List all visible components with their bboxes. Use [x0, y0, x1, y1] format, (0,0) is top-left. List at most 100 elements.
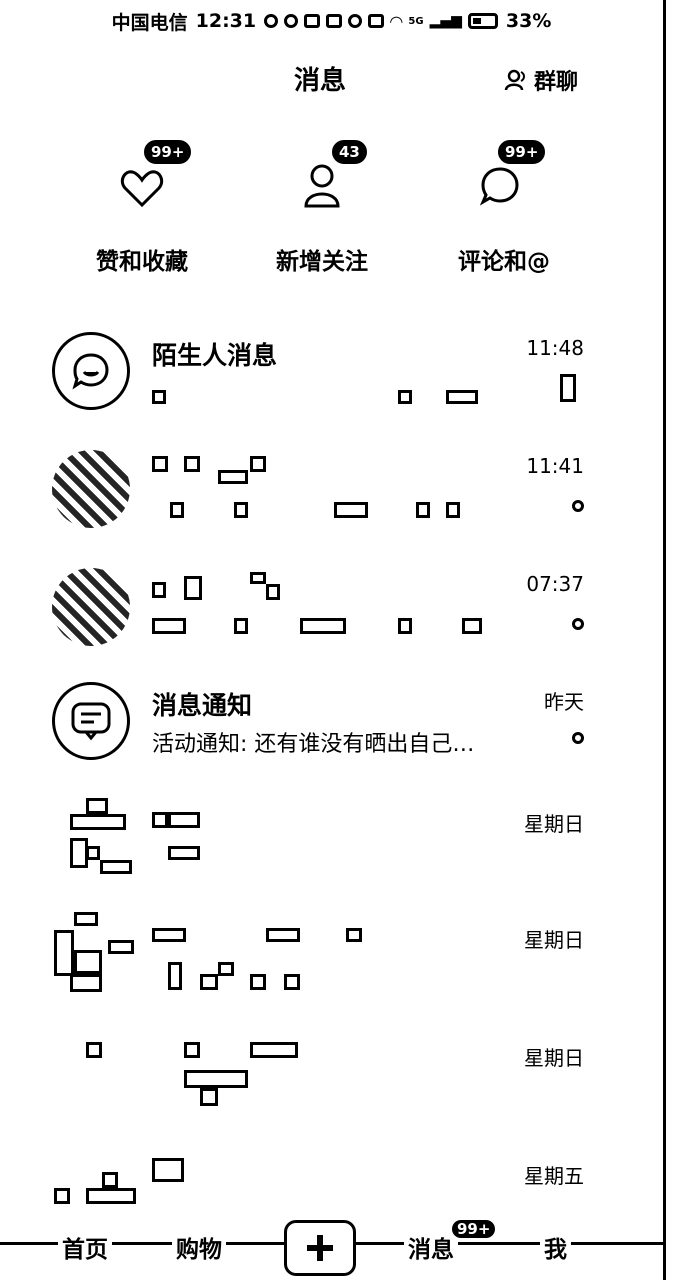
- redacted-text: [346, 928, 362, 942]
- status-time: 12:31: [195, 10, 257, 32]
- redacted-text: [250, 456, 266, 472]
- redacted-text: [398, 390, 412, 404]
- redacted-text: [462, 618, 482, 634]
- user-avatar: [52, 1148, 136, 1226]
- list-item-chat[interactable]: 11:41: [0, 450, 640, 560]
- status-icons: ◠ 5G ▂▄▆: [264, 12, 498, 31]
- app-screen: 中国电信 12:31 ◠ 5G ▂▄▆ 33% 消息 群聊 99+ 赞和收藏 4…: [0, 0, 666, 1280]
- nav-home[interactable]: 首页: [58, 1230, 112, 1264]
- redacted-text: [152, 390, 166, 404]
- stranger-avatar: [52, 332, 130, 410]
- redacted-text: [266, 928, 300, 942]
- redacted-text: [218, 470, 248, 484]
- messages-badge: 99+: [452, 1220, 496, 1238]
- redacted-text: [168, 846, 200, 860]
- redacted-text: [560, 374, 576, 402]
- heart-icon: [120, 170, 164, 208]
- status-bar: 中国电信 12:31 ◠ 5G ▂▄▆ 33%: [0, 6, 663, 36]
- list-item-title: 陌生人消息: [152, 341, 278, 370]
- eye-icon: [348, 14, 363, 28]
- gallery-status-icon: [326, 14, 343, 28]
- redacted-text: [234, 618, 248, 634]
- redacted-text: [152, 582, 166, 598]
- unread-dot: [572, 500, 584, 512]
- redacted-text: [170, 502, 184, 518]
- comments-label: 评论和@: [458, 249, 550, 275]
- category-followers[interactable]: 43 新增关注: [232, 140, 412, 276]
- user-avatar: [52, 568, 130, 646]
- battery-icon: [467, 13, 498, 29]
- nav-me[interactable]: 我: [540, 1230, 571, 1264]
- person-icon: [304, 164, 340, 208]
- list-item-time: 昨天: [544, 690, 584, 714]
- redacted-text: [446, 390, 478, 404]
- message-status-icon: [304, 14, 321, 28]
- redacted-text: [200, 974, 218, 990]
- group-person-icon: [504, 69, 525, 91]
- list-item-preview: 活动通知: 还有谁没有晒出自己…: [152, 732, 475, 757]
- redacted-text: [250, 1042, 298, 1058]
- plus-icon: [307, 1235, 333, 1261]
- publish-button[interactable]: [284, 1220, 356, 1276]
- wifi-icon: ◠: [390, 11, 403, 31]
- notification-status-icon: [264, 14, 279, 28]
- redacted-text: [266, 584, 280, 600]
- user-avatar: [52, 912, 134, 992]
- redacted-text: [446, 502, 460, 518]
- likes-badge: 99+: [144, 140, 192, 164]
- redacted-text: [152, 928, 186, 942]
- group-chat-label: 群聊: [534, 70, 579, 95]
- notification-icon: [71, 702, 111, 741]
- redacted-text: [250, 974, 266, 990]
- redacted-text: [250, 572, 266, 584]
- list-item-chat[interactable]: 星期日: [0, 912, 640, 1022]
- list-item-time: 星期五: [524, 1164, 584, 1188]
- redacted-text: [218, 962, 234, 976]
- user-avatar: [52, 450, 130, 528]
- user-avatar: [52, 796, 132, 874]
- redacted-text: [416, 502, 430, 518]
- notification-avatar: [52, 682, 130, 760]
- list-item-time: 07:37: [526, 572, 584, 596]
- list-item-stranger[interactable]: 陌生人消息 11:48: [0, 332, 640, 442]
- battery-level: 33%: [505, 10, 552, 32]
- unread-dot: [572, 618, 584, 630]
- redacted-text: [184, 456, 200, 472]
- nfc-icon: [368, 14, 385, 28]
- redacted-text: [168, 812, 200, 828]
- list-item-chat[interactable]: 星期日: [0, 796, 640, 906]
- app-status-icon: [284, 14, 299, 28]
- list-item-time: 11:48: [526, 336, 584, 360]
- list-item-title: 消息通知: [152, 691, 253, 720]
- comment-icon: [480, 167, 519, 206]
- redacted-text: [152, 618, 186, 634]
- redacted-text: [284, 974, 300, 990]
- redacted-text: [168, 962, 182, 990]
- redacted-text: [334, 502, 368, 518]
- list-item-notification[interactable]: 消息通知 昨天 活动通知: 还有谁没有晒出自己…: [0, 682, 640, 792]
- redacted-text: [152, 812, 168, 828]
- group-chat-button[interactable]: 群聊: [504, 64, 578, 96]
- redacted-text: [152, 1158, 184, 1182]
- list-item-time: 星期日: [524, 1046, 584, 1070]
- list-item-chat[interactable]: 07:37: [0, 568, 640, 678]
- redacted-text: [152, 456, 168, 472]
- nav-messages[interactable]: 消息: [404, 1230, 458, 1264]
- stranger-chat-icon: [72, 353, 109, 390]
- network-type: 5G: [408, 15, 424, 27]
- nav-shop[interactable]: 购物: [172, 1230, 226, 1264]
- signal-icon: ▂▄▆: [429, 13, 462, 29]
- list-item-time: 星期日: [524, 812, 584, 836]
- list-item-time: 星期日: [524, 928, 584, 952]
- bottom-nav: 首页 购物 消息 99+ 我: [0, 1220, 663, 1280]
- redacted-text: [184, 576, 202, 600]
- redacted-text: [200, 1088, 218, 1106]
- category-comments[interactable]: 99+ 评论和@: [414, 140, 594, 276]
- redacted-text: [184, 1042, 200, 1058]
- redacted-text: [300, 618, 346, 634]
- list-item-chat[interactable]: 星期日: [0, 1030, 640, 1140]
- category-likes[interactable]: 99+ 赞和收藏: [52, 140, 232, 276]
- followers-label: 新增关注: [276, 249, 368, 275]
- user-avatar: [52, 1030, 130, 1108]
- list-item-time: 11:41: [526, 454, 584, 478]
